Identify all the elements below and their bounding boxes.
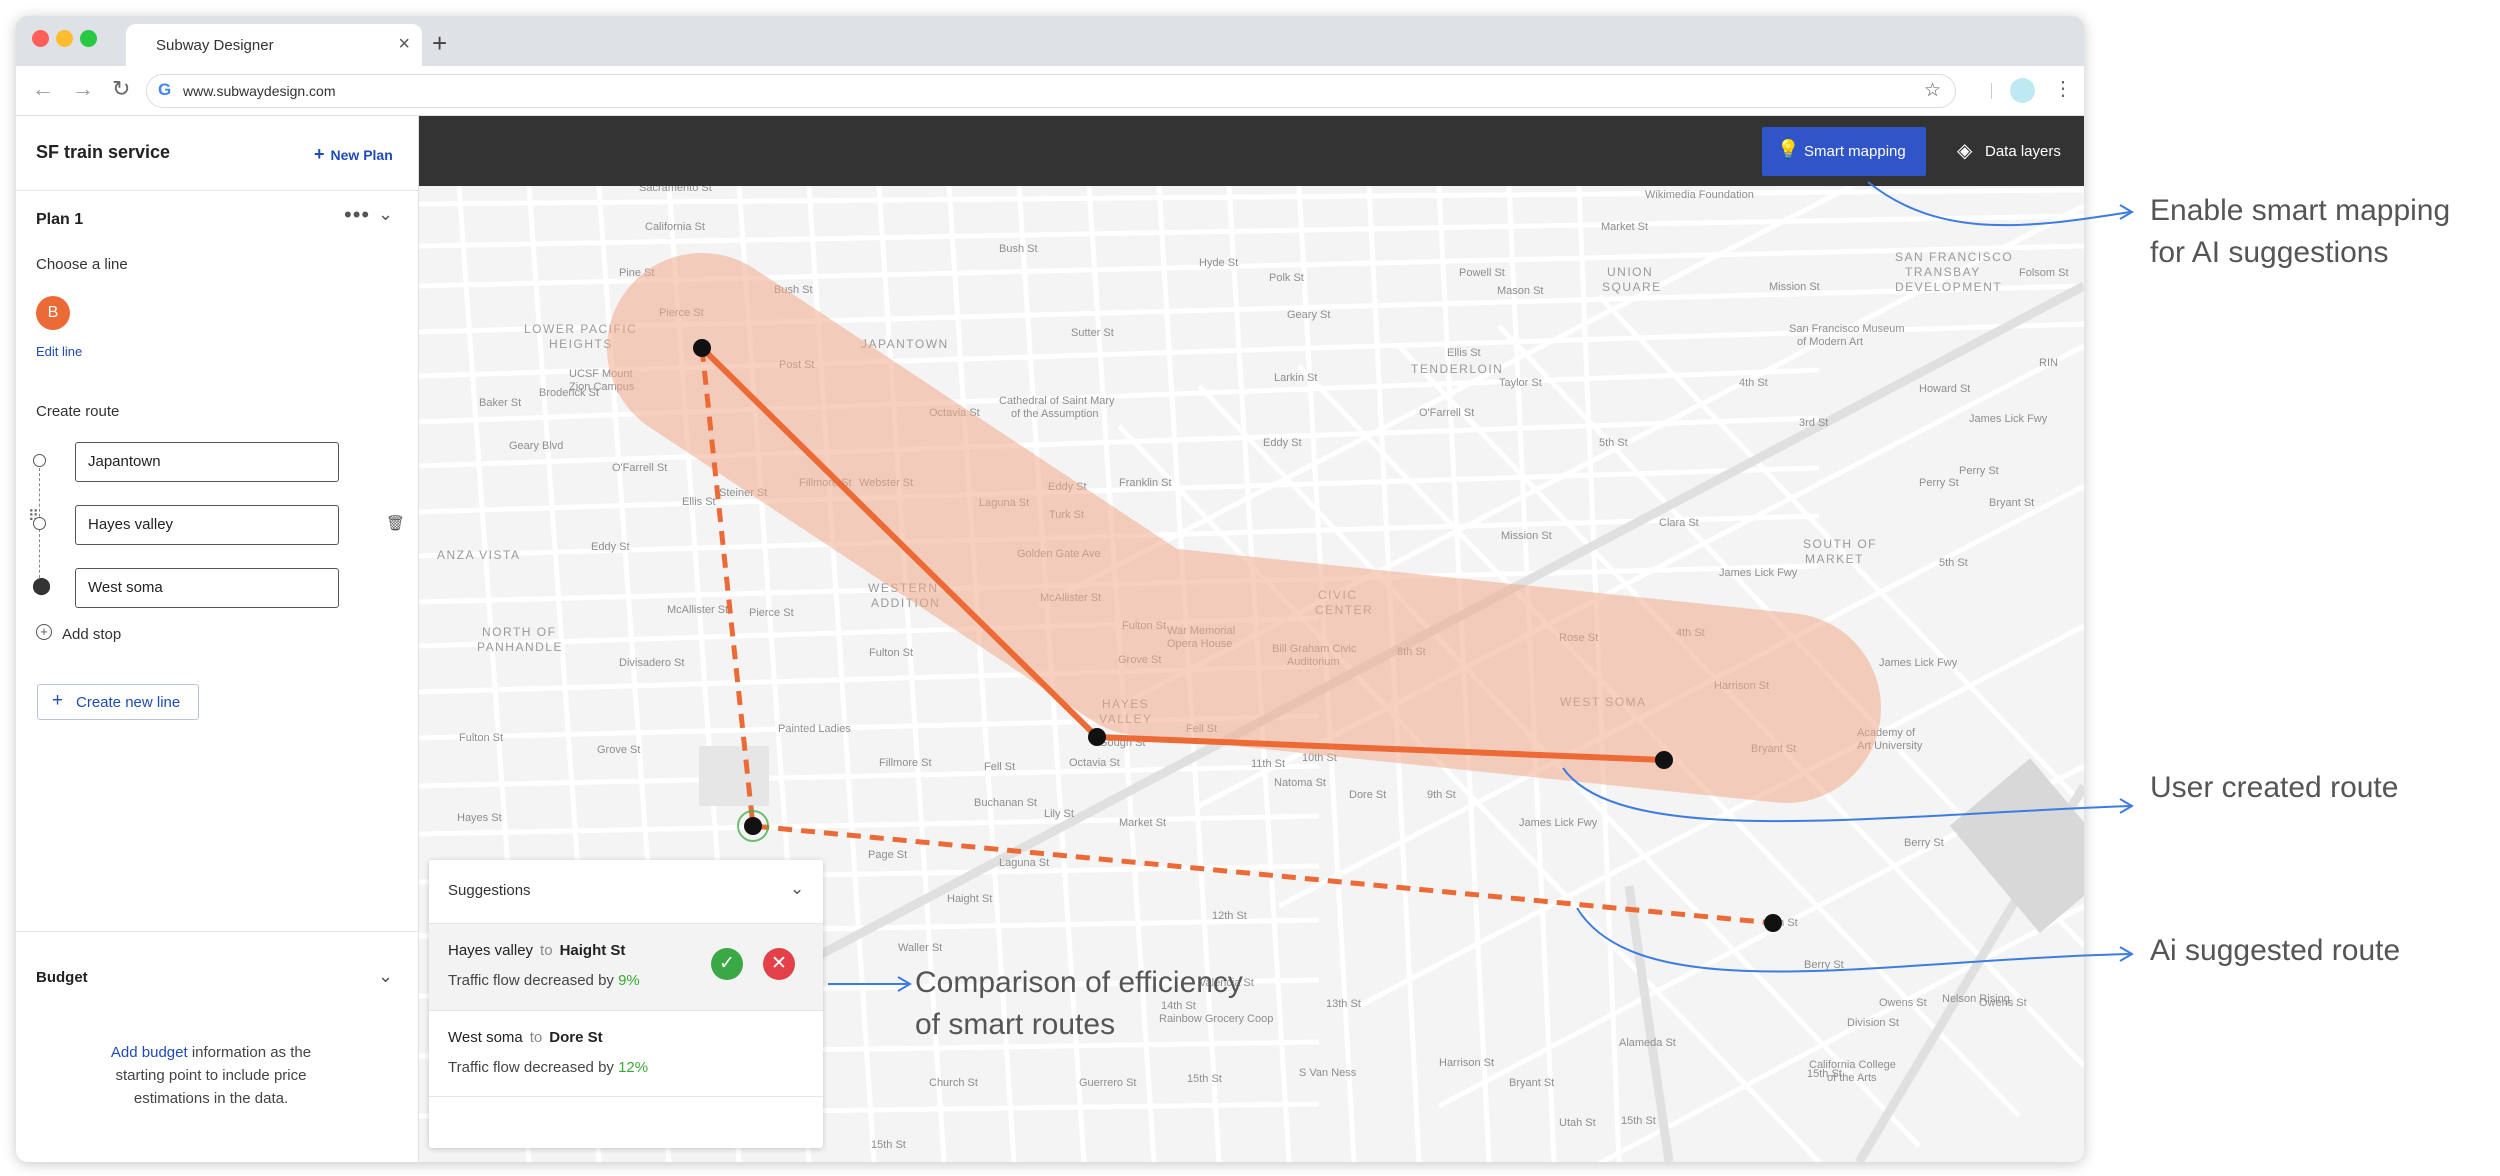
annotation-connector bbox=[1576, 907, 2131, 973]
annotation-connectors bbox=[828, 181, 2134, 992]
annotation-connector bbox=[1867, 181, 2131, 227]
annotation-smart-mapping: Enable smart mapping for AI suggestions bbox=[2150, 194, 2451, 269]
annotation-ai-route: Ai suggested route bbox=[2150, 934, 2401, 967]
annotation-connector bbox=[1562, 767, 2131, 823]
annotation-comparison: Comparison of efficiency of smart routes bbox=[915, 966, 1243, 1041]
annotation-user-route: User created route bbox=[2150, 771, 2399, 804]
